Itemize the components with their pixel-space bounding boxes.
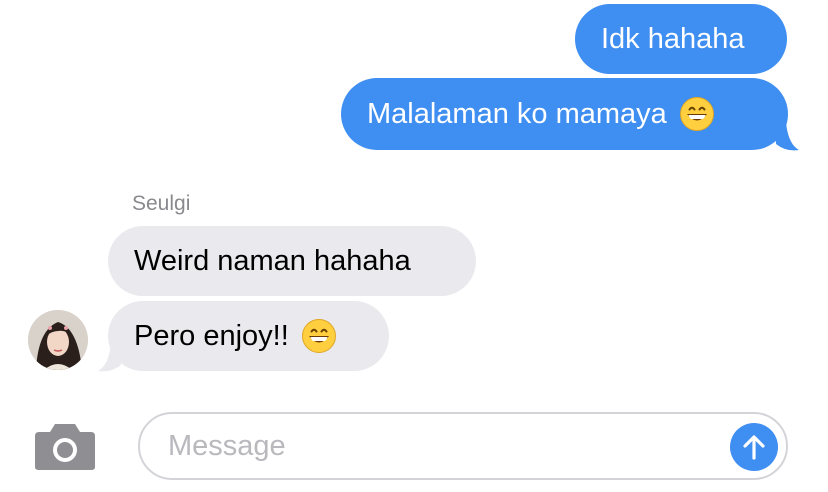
message-input-field[interactable]: Message [138, 412, 788, 480]
outgoing-message-bubble[interactable]: Idk hahaha [575, 4, 787, 74]
incoming-message-bubble[interactable]: Pero enjoy!! [108, 301, 389, 371]
grinning-face-emoji-icon [301, 319, 336, 353]
message-text: Idk hahaha [601, 23, 745, 55]
sender-avatar[interactable] [28, 310, 88, 370]
send-button[interactable] [730, 423, 778, 471]
camera-icon[interactable] [33, 422, 97, 472]
avatar-photo-icon [28, 310, 88, 370]
bubble-tail [98, 343, 121, 372]
incoming-message-bubble[interactable]: Weird naman hahaha [108, 226, 476, 296]
message-text: Weird naman hahaha [134, 245, 411, 277]
grinning-face-emoji-icon [679, 97, 714, 131]
arrow-up-icon [743, 435, 765, 460]
outgoing-message-bubble[interactable]: Malalaman ko mamaya [341, 78, 788, 150]
sender-name: Seulgi [132, 192, 191, 215]
message-text: Malalaman ko mamaya [367, 98, 667, 130]
bubble-tail [776, 122, 799, 151]
message-input-placeholder: Message [168, 430, 286, 462]
message-text: Pero enjoy!! [134, 320, 289, 352]
